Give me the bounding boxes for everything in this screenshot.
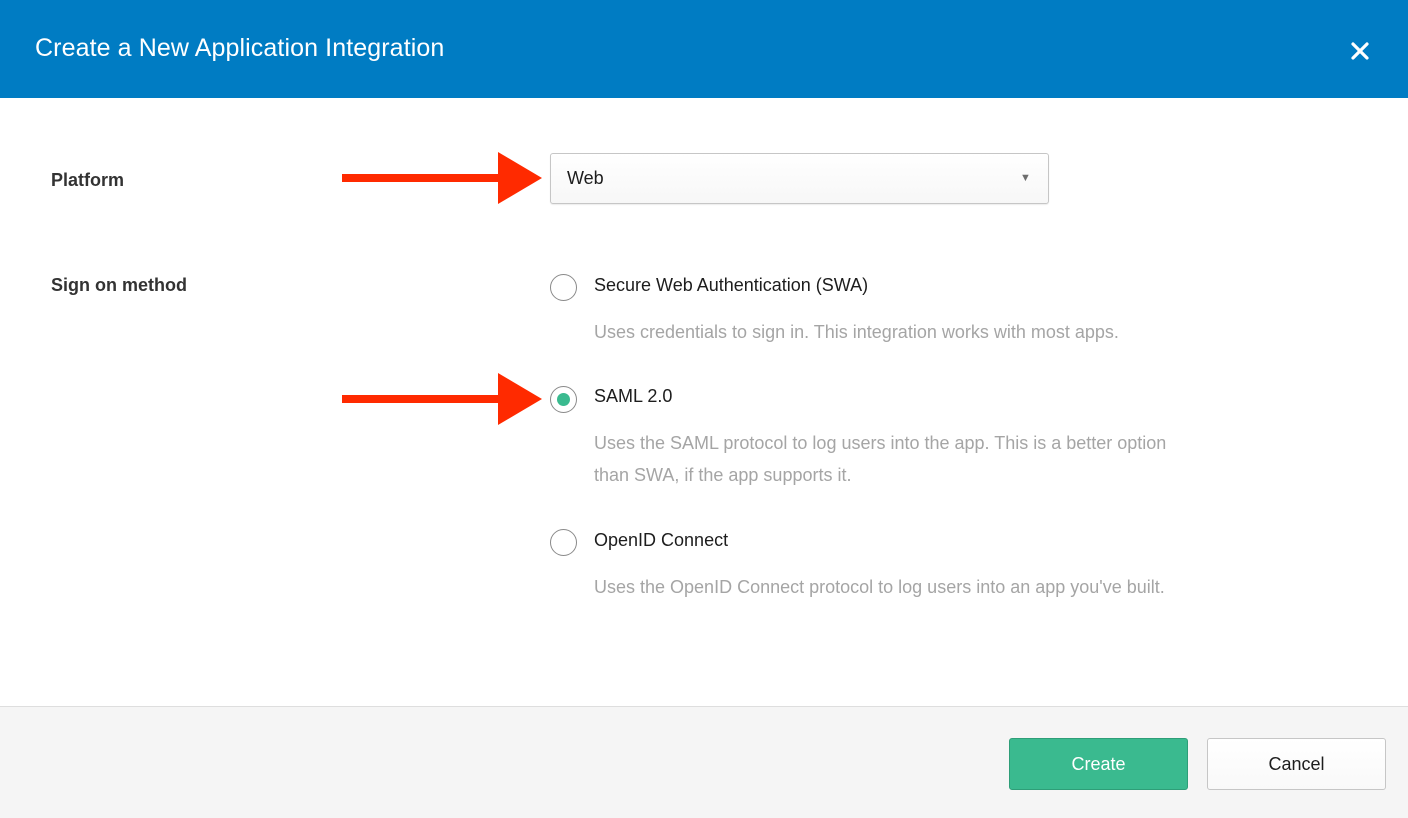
dialog-title: Create a New Application Integration — [35, 34, 445, 62]
platform-select-value: Web — [567, 168, 604, 188]
radio-swa[interactable] — [550, 274, 577, 301]
cancel-button[interactable]: Cancel — [1207, 738, 1386, 790]
option-description-saml-line2: than SWA, if the app supports it. — [594, 465, 852, 485]
right-arrow-icon — [342, 373, 542, 425]
option-description-saml: Uses the SAML protocol to log users into… — [594, 427, 1354, 491]
dialog-body: Platform Web ▼ Sign on method Secure Web… — [0, 98, 1408, 706]
sign-on-method-label: Sign on method — [51, 275, 187, 295]
platform-label: Platform — [51, 170, 125, 190]
radio-saml[interactable] — [550, 386, 577, 413]
option-label-swa[interactable]: Secure Web Authentication (SWA) — [594, 275, 868, 296]
option-description-openid-connect: Uses the OpenID Connect protocol to log … — [594, 577, 1165, 597]
option-label-openid-connect[interactable]: OpenID Connect — [594, 530, 728, 551]
close-icon — [1351, 42, 1369, 60]
create-button[interactable]: Create — [1009, 738, 1188, 790]
platform-select[interactable]: Web ▼ — [550, 153, 1049, 204]
right-arrow-icon — [342, 152, 542, 204]
create-app-integration-dialog: Create a New Application Integration Pla… — [0, 0, 1408, 818]
caret-down-icon: ▼ — [1020, 172, 1031, 184]
option-label-saml[interactable]: SAML 2.0 — [594, 386, 672, 407]
dialog-header: Create a New Application Integration — [0, 0, 1408, 98]
dialog-footer: Create Cancel — [0, 706, 1408, 818]
radio-openid-connect[interactable] — [550, 529, 577, 556]
close-button[interactable] — [1342, 31, 1378, 67]
option-description-saml-line1: Uses the SAML protocol to log users into… — [594, 433, 1167, 453]
option-description-swa: Uses credentials to sign in. This integr… — [594, 322, 1119, 342]
